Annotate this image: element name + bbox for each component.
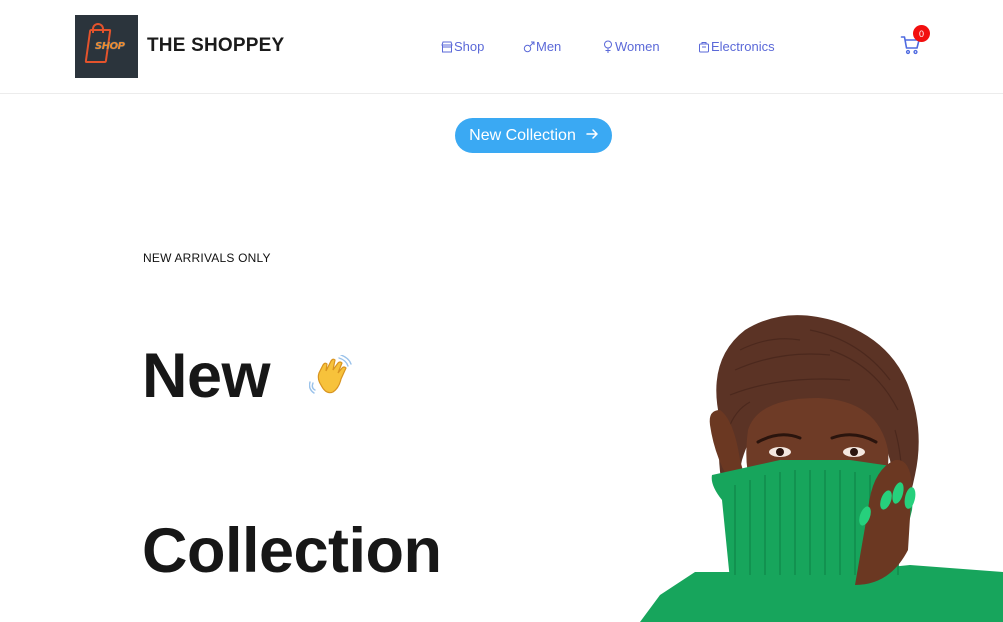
nav-link-label: Shop: [454, 39, 485, 54]
new-collection-label: New Collection: [469, 126, 576, 144]
nav-link-women[interactable]: Women: [602, 39, 660, 54]
nav-link-label: Men: [536, 39, 562, 54]
waving-hand-icon: [308, 354, 353, 399]
logo-text: SHOP: [95, 41, 125, 52]
new-collection-button[interactable]: New Collection: [455, 118, 612, 153]
brand-name[interactable]: THE SHOPPEY: [147, 35, 284, 57]
navbar: SHOP THE SHOPPEY Shop Men Women Electron…: [0, 0, 1003, 94]
store-icon: [441, 40, 453, 54]
nav-link-label: Electronics: [711, 39, 775, 54]
eyebrow-text: NEW ARRIVALS ONLY: [143, 251, 271, 265]
nav-link-shop[interactable]: Shop: [441, 39, 484, 54]
device-icon: [698, 40, 710, 54]
cart-count-badge: 0: [913, 25, 930, 42]
arrow-right-icon: [586, 127, 598, 144]
female-symbol-icon: [602, 40, 614, 54]
nav-link-label: Women: [615, 39, 660, 54]
male-symbol-icon: [523, 40, 535, 54]
logo[interactable]: SHOP: [75, 15, 138, 78]
nav-link-men[interactable]: Men: [523, 39, 561, 54]
nav-link-electronics[interactable]: Electronics: [698, 39, 775, 54]
hero-headline-line2: Collection: [142, 516, 442, 586]
hero-model-image: [640, 315, 1003, 622]
hero-headline-line1: New: [142, 341, 271, 411]
